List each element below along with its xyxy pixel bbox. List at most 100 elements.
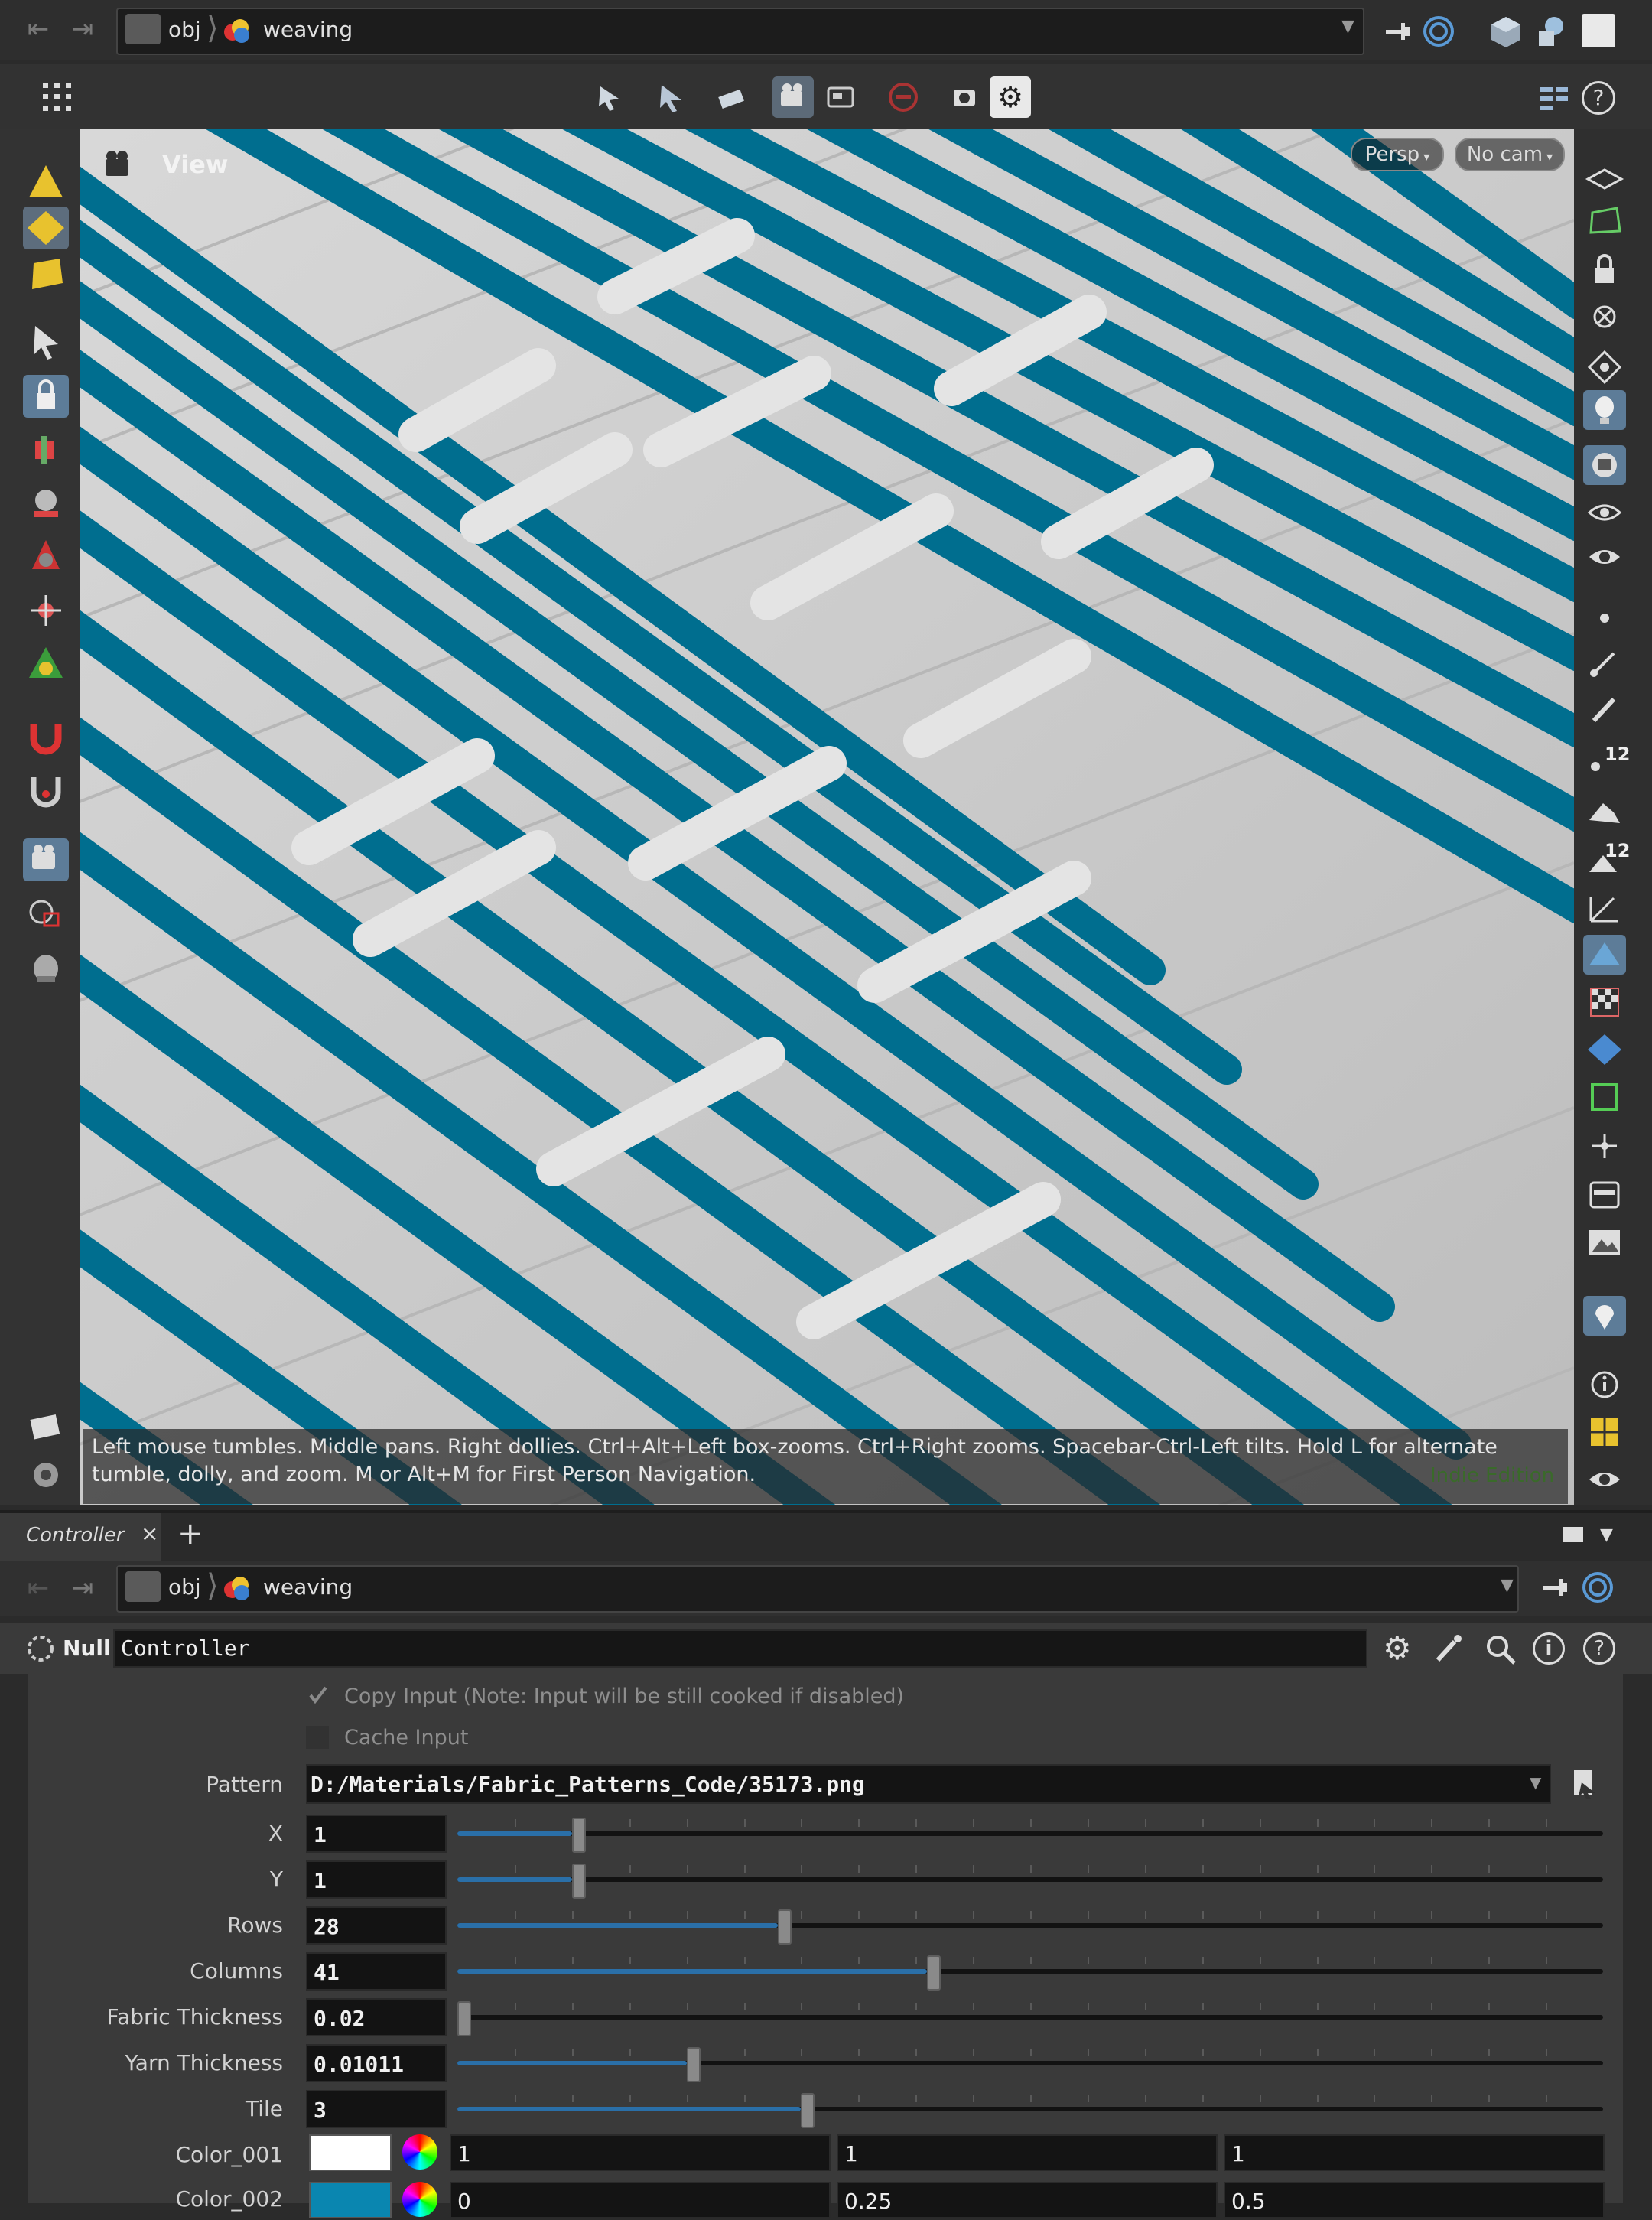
- param-value-field[interactable]: 1: [306, 1815, 447, 1853]
- param-slider-track[interactable]: [457, 1957, 1603, 1974]
- panel-link-target-icon[interactable]: [1582, 1571, 1614, 1603]
- panel-path-dropdown-icon[interactable]: ▼: [1501, 1576, 1514, 1595]
- node-gear-icon[interactable]: ⚙: [1383, 1629, 1412, 1667]
- display-options-icon[interactable]: [1537, 83, 1571, 116]
- maximize-pane-icon[interactable]: [1582, 14, 1615, 47]
- panel-path-segment-obj[interactable]: obj: [168, 1574, 201, 1600]
- link-target-icon[interactable]: [1423, 15, 1455, 47]
- 3d-viewport[interactable]: [80, 129, 1574, 1505]
- quad-view-icon[interactable]: [1583, 1412, 1626, 1452]
- background-icon[interactable]: [1583, 1175, 1626, 1215]
- path-dropdown-icon[interactable]: ▼: [1341, 17, 1354, 36]
- layers-icon[interactable]: [1583, 161, 1626, 200]
- lock-select-icon[interactable]: [23, 375, 69, 418]
- color-001-b-field[interactable]: 1: [1224, 2134, 1605, 2171]
- select-arrow-icon[interactable]: [23, 321, 69, 364]
- shapes-icon[interactable]: [1534, 14, 1569, 49]
- panel-pin-icon[interactable]: [1540, 1573, 1569, 1602]
- close-icon[interactable]: ×: [141, 1521, 158, 1546]
- origin-icon[interactable]: [1583, 1126, 1626, 1166]
- param-slider-track[interactable]: [457, 2095, 1603, 2111]
- wireframe-icon[interactable]: [1583, 1077, 1626, 1117]
- param-value-field[interactable]: 41: [306, 1952, 447, 1991]
- color-001-swatch[interactable]: [309, 2134, 392, 2171]
- select-pose-icon[interactable]: [589, 76, 630, 118]
- panel-path-segment-weaving[interactable]: weaving: [263, 1574, 353, 1600]
- scale-icon[interactable]: [23, 482, 69, 525]
- pen-icon[interactable]: [1583, 690, 1626, 730]
- panel-forward-arrow-icon[interactable]: ⇥: [67, 1573, 98, 1603]
- node-help-icon[interactable]: ?: [1583, 1632, 1615, 1665]
- file-chooser-icon[interactable]: [1571, 1767, 1598, 1801]
- select-edges-icon[interactable]: [23, 207, 69, 249]
- color-wheel-icon[interactable]: [402, 2134, 437, 2170]
- light-icon[interactable]: [23, 946, 69, 988]
- param-value-field[interactable]: 1: [306, 1860, 447, 1899]
- color-002-g-field[interactable]: 0.25: [837, 2182, 1218, 2218]
- camera-menu[interactable]: No cam ▾: [1455, 138, 1565, 171]
- cube-view-icon[interactable]: [1488, 14, 1524, 49]
- magnet-icon[interactable]: [23, 716, 69, 759]
- primitive-display-icon[interactable]: [1583, 789, 1626, 829]
- snap-magnet-icon[interactable]: [23, 770, 69, 812]
- param-slider-track[interactable]: [457, 2003, 1603, 2020]
- hide-icon[interactable]: [1583, 298, 1626, 338]
- panel-back-arrow-icon[interactable]: ⇤: [23, 1573, 54, 1603]
- render-flipbook-icon[interactable]: [944, 76, 985, 118]
- settings-gear-icon[interactable]: ⚙: [990, 76, 1031, 118]
- edge-display-icon[interactable]: [1583, 887, 1626, 927]
- handles-icon[interactable]: [711, 76, 753, 118]
- pose-icon[interactable]: [23, 589, 69, 632]
- camera-sphere-icon[interactable]: [1583, 445, 1626, 485]
- select-object-icon[interactable]: [650, 76, 691, 118]
- shelf-icon[interactable]: [23, 1406, 69, 1449]
- color-002-b-field[interactable]: 0.5: [1224, 2182, 1605, 2218]
- search-icon[interactable]: [1484, 1632, 1517, 1666]
- transform-icon[interactable]: [23, 428, 69, 471]
- back-arrow-icon[interactable]: ⇤: [23, 14, 54, 44]
- disabled-toggle-icon[interactable]: [883, 76, 924, 118]
- help-icon[interactable]: ?: [1582, 81, 1615, 115]
- pane-layout-icon[interactable]: [1563, 1527, 1583, 1542]
- color-002-swatch[interactable]: [309, 2182, 392, 2218]
- color-001-r-field[interactable]: 1: [450, 2134, 831, 2171]
- visibility-eye-icon[interactable]: [1583, 493, 1626, 532]
- info-icon[interactable]: [1583, 1365, 1626, 1405]
- node-name-field[interactable]: [113, 1629, 1367, 1668]
- param-value-field[interactable]: 28: [306, 1906, 447, 1945]
- headlight-icon[interactable]: [1583, 390, 1626, 430]
- checker-texture-icon[interactable]: [1583, 982, 1626, 1022]
- visibility-eye-alt-icon[interactable]: [1583, 537, 1626, 577]
- shaded-mode-icon[interactable]: [1583, 935, 1626, 975]
- lock-icon[interactable]: [1583, 249, 1626, 289]
- select-primitives-icon[interactable]: [23, 252, 69, 295]
- param-slider-handle[interactable]: [778, 1909, 792, 1945]
- paint-brush-icon[interactable]: [1432, 1632, 1465, 1666]
- pane-menu-chevron-icon[interactable]: ▼: [1600, 1525, 1613, 1545]
- color-001-g-field[interactable]: 1: [837, 2134, 1218, 2171]
- color-wheel-icon[interactable]: [402, 2182, 437, 2217]
- camera-frustum-icon[interactable]: [23, 892, 69, 935]
- param-slider-handle[interactable]: [571, 1864, 586, 1899]
- light-target-icon[interactable]: [1583, 347, 1626, 387]
- param-slider-track[interactable]: [457, 2049, 1603, 2065]
- view-camera-icon[interactable]: [23, 838, 69, 881]
- param-value-field[interactable]: 0.02: [306, 1998, 447, 2036]
- normal-display-icon[interactable]: [1583, 643, 1626, 682]
- forward-arrow-icon[interactable]: ⇥: [67, 14, 98, 44]
- param-value-field[interactable]: 3: [306, 2090, 447, 2128]
- image-background-icon[interactable]: [1583, 1222, 1626, 1262]
- param-value-field[interactable]: 0.01011: [306, 2044, 447, 2082]
- param-slider-track[interactable]: [457, 1911, 1603, 1928]
- param-slider-handle[interactable]: [927, 1955, 941, 1991]
- param-slider-handle[interactable]: [571, 1818, 586, 1853]
- param-slider-handle[interactable]: [457, 2001, 471, 2036]
- display-options-gear-icon[interactable]: [23, 1453, 69, 1496]
- point-display-icon[interactable]: [1583, 598, 1626, 638]
- pattern-dropdown-icon[interactable]: ▼: [1530, 1773, 1541, 1792]
- handle-tool-icon[interactable]: [23, 643, 69, 685]
- param-slider-track[interactable]: [457, 1819, 1603, 1836]
- cache-input-checkbox[interactable]: [306, 1726, 329, 1749]
- param-slider-handle[interactable]: [686, 2047, 701, 2082]
- visibility-toggle-icon[interactable]: [1583, 1460, 1626, 1499]
